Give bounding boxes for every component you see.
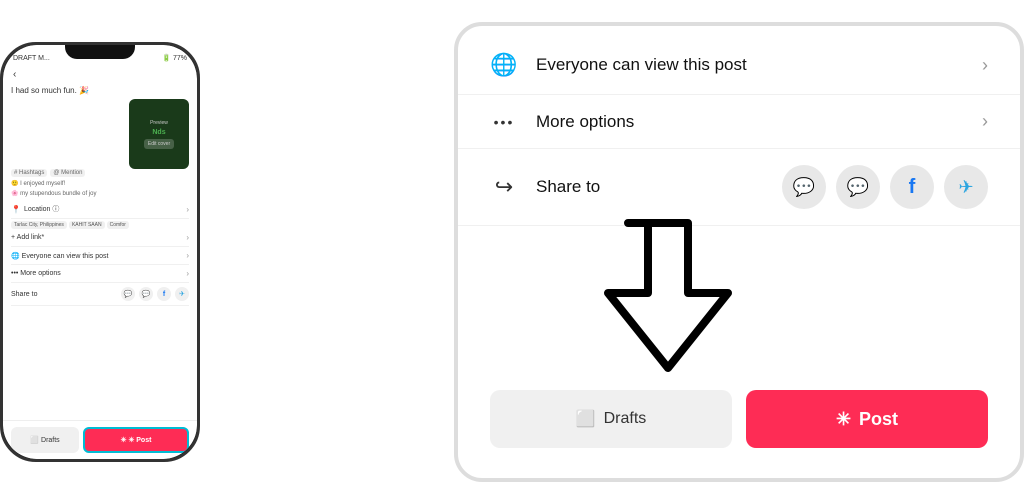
status-left: DRAFT M...: [13, 55, 50, 62]
post-icon-small: ✳: [121, 436, 127, 444]
drafts-button-small[interactable]: ⬜ Drafts: [11, 427, 79, 453]
post-label-lg: Post: [859, 409, 898, 430]
phone-tags: # Hashtags @ Mention: [11, 169, 189, 177]
chip-1: Tarlac City, Philippines: [11, 221, 67, 229]
post-button-small[interactable]: ✳ ✳ Post: [83, 427, 189, 453]
facebook-icon-lg[interactable]: f: [890, 165, 934, 209]
location-icon: 📍: [11, 205, 21, 214]
everyone-row-left: 🌐 Everyone can view this post: [490, 52, 747, 78]
post-icon-lg: ✳: [836, 409, 851, 430]
drafts-label-lg: Drafts: [604, 410, 647, 428]
drafts-label-small: Drafts: [41, 437, 60, 444]
mention-tag[interactable]: @ Mention: [50, 169, 85, 177]
share-to-row-lg: ↪ Share to 💬 💬 f ✈: [458, 149, 1020, 226]
share-to-text: Share to: [536, 177, 600, 197]
everyone-text: Everyone can view this post: [536, 55, 747, 75]
arrow-pointer-overlay: [598, 213, 738, 378]
location-chips: Tarlac City, Philippines KAHIT SAAN Comf…: [11, 221, 189, 229]
zoomed-panel: 🌐 Everyone can view this post › ••• More…: [454, 22, 1024, 482]
preview-title: Nds: [152, 129, 165, 136]
location-arrow: ›: [186, 205, 189, 214]
phone-preview-box: Preview Nds Edit cover: [129, 99, 189, 169]
location-row[interactable]: 📍 Location ⓘ ›: [11, 200, 189, 219]
hashtag-tag[interactable]: # Hashtags: [11, 169, 47, 177]
drafts-button-lg[interactable]: ⬜ Drafts: [490, 390, 732, 448]
phone-screen: DRAFT M... 🔋 77% ‹ I had so much fun. 🎉 …: [3, 45, 197, 459]
everyone-row[interactable]: 🌐 Everyone can view this post ›: [11, 247, 189, 265]
suggestion1: 🙂 I enjoyed myself!: [11, 180, 189, 187]
messenger-icon-lg[interactable]: 💬: [836, 165, 880, 209]
chip-2: KAHIT SAAN: [69, 221, 105, 229]
add-link-arrow: ›: [186, 233, 189, 242]
location-label: Location ⓘ: [24, 204, 59, 214]
more-options-row-left: ••• More options: [490, 112, 634, 132]
everyone-arrow: ›: [186, 251, 189, 260]
more-options-row-lg[interactable]: ••• More options ›: [458, 95, 1020, 149]
share-icon: ↪: [490, 174, 518, 200]
more-options-row[interactable]: ••• More options ›: [11, 265, 189, 283]
preview-label: Preview: [150, 120, 168, 126]
phone-bottom-bar: ⬜ Drafts ✳ ✳ Post: [3, 420, 197, 459]
whatsapp-icon-sm[interactable]: 💬: [121, 287, 135, 301]
everyone-row-lg[interactable]: 🌐 Everyone can view this post ›: [458, 36, 1020, 95]
share-to-left: ↪ Share to: [490, 174, 600, 200]
everyone-chevron-icon: ›: [982, 55, 988, 76]
share-icons-small: 💬 💬 f ✈: [121, 287, 189, 301]
phone-caption: I had so much fun. 🎉: [11, 86, 189, 95]
more-options-chevron-icon: ›: [982, 111, 988, 132]
phone-content: I had so much fun. 🎉 Preview Nds Edit co…: [3, 82, 197, 420]
share-to-label: Share to: [11, 291, 37, 298]
more-options-text: More options: [536, 112, 634, 132]
everyone-label: 🌐 Everyone can view this post: [11, 252, 108, 260]
post-button-lg[interactable]: ✳ Post: [746, 390, 988, 448]
zoomed-bottom-bar: ⬜ Drafts ✳ Post: [458, 370, 1020, 468]
globe-icon: 🌐: [490, 52, 518, 78]
drafts-icon-lg: ⬜: [576, 409, 596, 429]
suggestion2: 🌸 my stupendous bundle of joy: [11, 190, 189, 197]
post-label-small: ✳ Post: [128, 436, 151, 444]
add-link-label: + Add link*: [11, 234, 44, 241]
more-options-label: ••• More options: [11, 270, 61, 277]
phone-mockup: DRAFT M... 🔋 77% ‹ I had so much fun. 🎉 …: [0, 42, 200, 462]
more-options-icon: •••: [490, 114, 518, 130]
messenger-icon-sm[interactable]: 💬: [139, 287, 153, 301]
add-link-row[interactable]: + Add link* ›: [11, 229, 189, 247]
share-to-row[interactable]: Share to 💬 💬 f ✈: [11, 283, 189, 306]
share-icons-large: 💬 💬 f ✈: [782, 165, 988, 209]
telegram-icon-lg[interactable]: ✈: [944, 165, 988, 209]
status-right: 🔋 77%: [162, 54, 187, 62]
edit-cover-btn[interactable]: Edit cover: [144, 139, 174, 149]
facebook-icon-sm[interactable]: f: [157, 287, 171, 301]
more-options-arrow: ›: [186, 269, 189, 278]
whatsapp-icon-lg[interactable]: 💬: [782, 165, 826, 209]
phone-notch: [65, 45, 135, 59]
phone-back-nav[interactable]: ‹: [3, 67, 197, 82]
chip-3: Comfor: [107, 221, 129, 229]
telegram-icon-sm[interactable]: ✈: [175, 287, 189, 301]
drafts-icon-small: ⬜: [30, 436, 39, 444]
